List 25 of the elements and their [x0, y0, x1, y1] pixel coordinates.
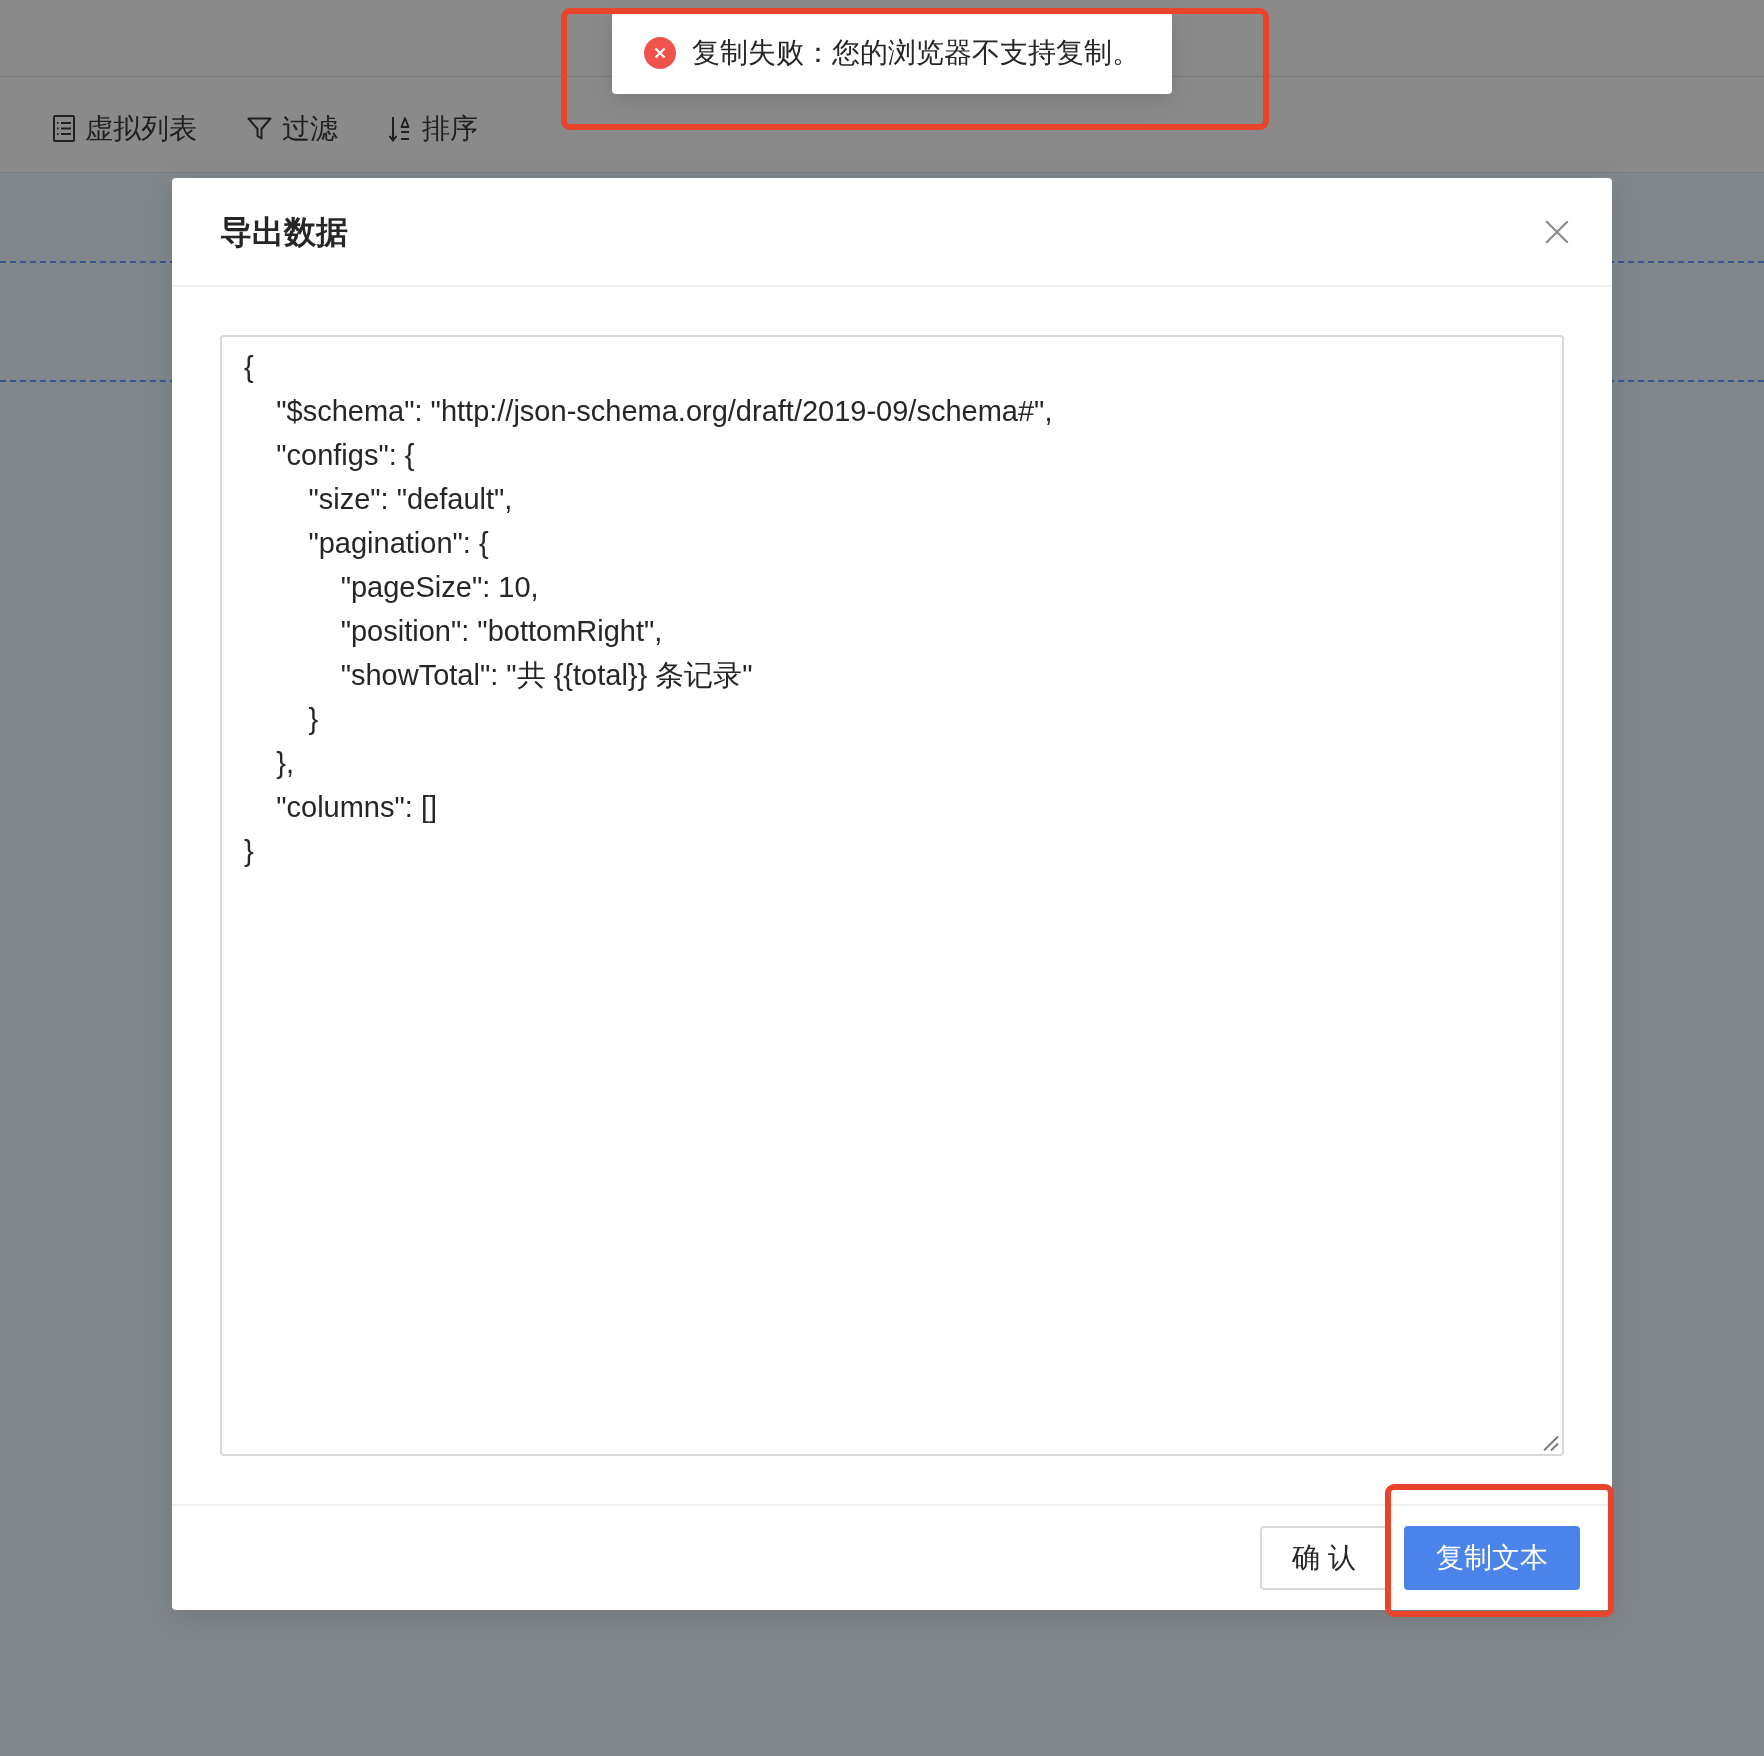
- x-circle-icon: [644, 37, 676, 69]
- code-line: "columns": []: [276, 790, 438, 825]
- resize-handle-icon[interactable]: [1541, 1434, 1559, 1451]
- modal-title: 导出数据: [220, 212, 348, 252]
- code-line: }: [308, 702, 319, 737]
- code-line: "showTotal": "共 {{total}} 条记录": [340, 658, 753, 693]
- code-line: "position": "bottomRight",: [340, 614, 663, 649]
- close-icon[interactable]: [1545, 219, 1569, 244]
- funnel-icon: [247, 117, 272, 140]
- code-line: "$schema": "http://json-schema.org/draft/2019-09/schema#",: [276, 394, 1053, 429]
- code-line: "pageSize": 10,: [340, 570, 539, 605]
- code-line: }: [244, 834, 254, 869]
- code-line: {: [244, 350, 254, 385]
- toolbar-button[interactable]: 虚拟列表: [53, 108, 197, 149]
- copy-button[interactable]: 复制文本: [1404, 1526, 1580, 1590]
- code-line: "configs": {: [276, 438, 415, 473]
- code-line: },: [276, 746, 294, 781]
- code-line: "pagination": {: [308, 526, 489, 561]
- list-icon: [53, 115, 75, 142]
- sort-icon: [388, 115, 412, 142]
- toolbar-button[interactable]: 过滤: [247, 108, 338, 149]
- toast-text: 复制失败：您的浏览器不支持复制。: [692, 36, 1140, 70]
- confirm-button[interactable]: 确 认: [1260, 1526, 1388, 1590]
- code-line: "size": "default",: [308, 482, 513, 517]
- toolbar-button[interactable]: 排序: [388, 108, 478, 149]
